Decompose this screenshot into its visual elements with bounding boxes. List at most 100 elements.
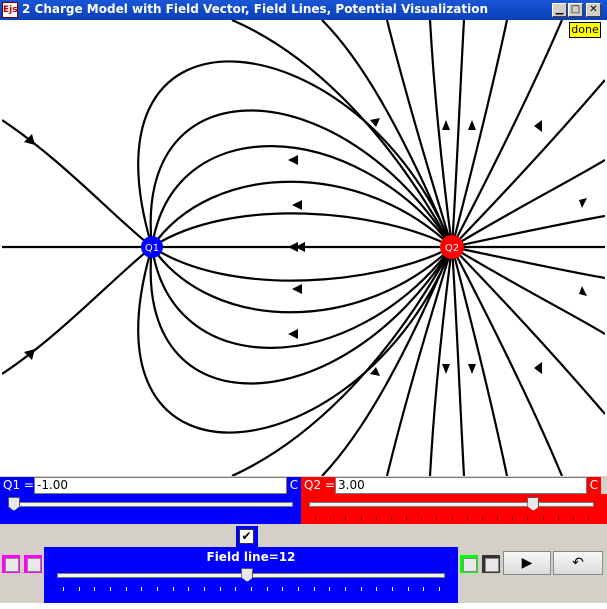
slider-tick (390, 516, 392, 520)
bottom-strip (0, 603, 607, 609)
q1-input[interactable]: -1.00 (34, 477, 287, 494)
slider-tick (439, 587, 440, 591)
field-line (451, 245, 605, 280)
slider-tick (219, 587, 221, 591)
q2-label: Q2 = (301, 477, 335, 494)
q1-label: Q1 = (0, 477, 34, 494)
green-color-box[interactable] (460, 555, 478, 573)
q2-slider-panel (301, 494, 607, 524)
minimize-button[interactable]: ▁ (552, 3, 567, 17)
field-line (450, 246, 509, 476)
field-line (451, 20, 564, 248)
slider-tick (407, 587, 409, 591)
field-line (451, 246, 605, 415)
slider-tick (251, 587, 252, 591)
slider-tick (451, 516, 453, 520)
slider-tick (557, 516, 559, 520)
slider-tick (94, 587, 96, 591)
q2-slider-track[interactable] (309, 502, 594, 507)
magenta-color-box-2[interactable] (24, 555, 42, 573)
play-button[interactable]: ▶ (503, 551, 551, 575)
slider-tick (512, 516, 514, 520)
field-line (385, 246, 454, 476)
field-line (385, 20, 454, 248)
slider-tick (572, 516, 574, 520)
field-line (450, 246, 466, 476)
field-line (451, 79, 605, 248)
field-lines-canvas: Q1 Q2 (2, 20, 605, 476)
field-arrow (579, 198, 587, 208)
slider-tick (235, 587, 237, 591)
field-line (450, 20, 509, 248)
slider-tick (345, 516, 347, 520)
slider-tick (266, 587, 268, 591)
slider-tick (298, 587, 299, 591)
slider-tick (172, 587, 174, 591)
show-field-checkbox[interactable]: ✔ (239, 529, 254, 544)
slider-tick (125, 587, 127, 591)
slider-tick (421, 516, 423, 520)
slider-tick (423, 587, 425, 591)
slider-tick (329, 587, 331, 591)
field-line (151, 246, 453, 282)
app-icon[interactable]: Ejs (2, 2, 18, 18)
field-arrow (579, 286, 587, 296)
slider-tick (313, 587, 315, 591)
q1-slider-panel (0, 494, 301, 524)
q2-input[interactable]: 3.00 (335, 477, 587, 494)
window-title: 2 Charge Model with Field Vector, Field … (22, 2, 489, 16)
slider-tick (376, 587, 378, 591)
slider-tick (345, 587, 346, 591)
maximize-button[interactable]: □ (568, 3, 583, 17)
slider-tick (188, 587, 190, 591)
slider-tick (360, 587, 362, 591)
close-button[interactable]: ✕ (586, 3, 601, 17)
slider-tick (315, 516, 316, 520)
slider-tick (588, 516, 589, 520)
field-line (150, 145, 453, 248)
field-arrow (468, 364, 476, 374)
field-arrow (288, 329, 298, 339)
slider-tick (78, 587, 80, 591)
slider-tick (436, 516, 438, 520)
field-arrow (442, 364, 450, 374)
q1-slider-track[interactable] (8, 502, 293, 507)
slider-tick (392, 587, 393, 591)
field-line (2, 246, 153, 375)
q2-unit: C (587, 477, 601, 494)
slider-tick (157, 587, 158, 591)
field-line (150, 246, 453, 349)
field-line (450, 20, 466, 248)
slider-tick (406, 516, 407, 520)
slider-tick (282, 587, 284, 591)
field-line (2, 119, 153, 248)
field-arrow (292, 200, 302, 210)
field-line (151, 212, 453, 248)
slider-tick (360, 516, 362, 520)
field-arrow (370, 367, 380, 376)
field-arrow (534, 362, 542, 374)
slider-tick (110, 587, 111, 591)
field-arrow (534, 120, 542, 132)
slider-tick (63, 587, 64, 591)
field-line (451, 246, 564, 476)
done-badge[interactable]: done (569, 22, 601, 38)
dark-color-box[interactable] (482, 555, 500, 573)
slider-tick (542, 516, 544, 520)
charge-q1-label: Q1 (145, 243, 159, 254)
field-plot[interactable]: Q1 Q2 (2, 20, 605, 476)
q1-unit: C (287, 477, 301, 494)
slider-tick (375, 516, 377, 520)
field-arrow (292, 284, 302, 294)
slider-tick (330, 516, 332, 520)
reset-button[interactable]: ↶ (553, 551, 603, 575)
field-arrow (288, 155, 298, 165)
magenta-color-box[interactable] (2, 555, 20, 573)
field-arrow (468, 120, 476, 130)
slider-tick (527, 516, 529, 520)
slider-tick (497, 516, 498, 520)
field-line (231, 246, 453, 476)
slider-tick (204, 587, 205, 591)
field-arrow (442, 120, 450, 130)
slider-tick (466, 516, 468, 520)
